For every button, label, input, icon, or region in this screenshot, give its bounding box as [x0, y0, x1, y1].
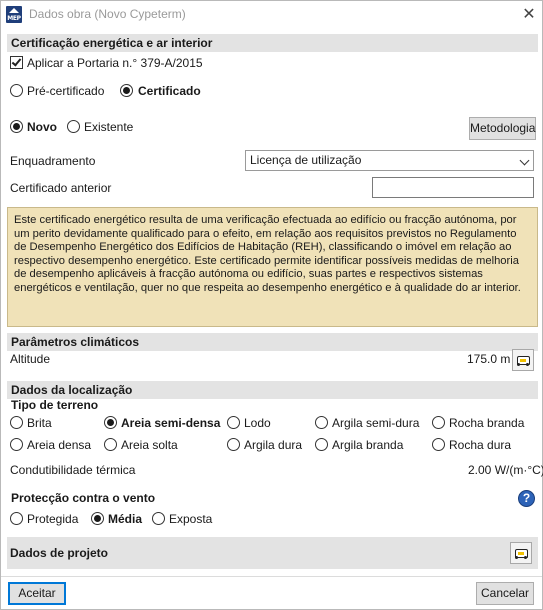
radio-pre-certificado-label: Pré-certificado — [27, 84, 105, 98]
certificado-anterior-label: Certificado anterior — [10, 181, 112, 195]
radio-terreno-argila-dura[interactable] — [227, 438, 240, 451]
checkmark-icon — [11, 56, 22, 67]
terreno-label: Argila branda — [332, 438, 404, 452]
radio-terreno-rocha-dura[interactable] — [432, 438, 445, 451]
condutibilidade-label: Condutibilidade térmica — [10, 463, 136, 477]
enquadramento-value: Licença de utilização — [250, 153, 362, 167]
altitude-value: 175.0 m — [467, 352, 511, 366]
radio-certificado-label: Certificado — [138, 84, 201, 98]
altitude-map-button[interactable] — [512, 349, 534, 371]
tipo-terreno-label: Tipo de terreno — [11, 398, 99, 412]
radio-novo[interactable] — [10, 120, 23, 133]
metodologia-button[interactable]: Metodologia — [469, 117, 536, 140]
terreno-label: Areia semi-densa — [121, 416, 221, 430]
terreno-label: Rocha branda — [449, 416, 525, 430]
section-header-localizacao: Dados da localização — [7, 381, 538, 399]
vento-option-label: Protegida — [27, 512, 79, 526]
radio-terreno-areia-solta[interactable] — [104, 438, 117, 451]
footer-divider — [1, 576, 542, 577]
terreno-label: Lodo — [244, 416, 271, 430]
terreno-label: Rocha dura — [449, 438, 512, 452]
terreno-label: Areia solta — [121, 438, 178, 452]
radio-novo-label: Novo — [27, 120, 57, 134]
enquadramento-select[interactable]: Licença de utilização — [245, 150, 534, 171]
radio-terreno-rocha-branda[interactable] — [432, 416, 445, 429]
radio-vento-protegida[interactable] — [10, 512, 23, 525]
app-logo-icon: MEP — [6, 6, 22, 23]
radio-vento-exposta[interactable] — [152, 512, 165, 525]
terreno-label: Brita — [27, 416, 52, 430]
cancel-button[interactable]: Cancelar — [476, 582, 534, 605]
map-icon — [517, 356, 530, 366]
portaria-checkbox[interactable] — [10, 56, 23, 69]
terreno-label: Argila dura — [244, 438, 303, 452]
vento-option-label: Média — [108, 512, 143, 526]
radio-terreno-areia-densa[interactable] — [10, 438, 23, 451]
close-icon[interactable]: ✕ — [520, 4, 538, 24]
dados-projeto-button[interactable] — [510, 542, 532, 564]
condutibilidade-value: 2.00 W/(m·°C) — [468, 463, 543, 477]
radio-certificado[interactable] — [120, 84, 133, 97]
radio-existente[interactable] — [67, 120, 80, 133]
portaria-label: Aplicar a Portaria n.° 379-A/2015 — [27, 56, 203, 70]
radio-terreno-argila-branda[interactable] — [315, 438, 328, 451]
dados-projeto-bar: Dados de projeto — [7, 537, 538, 569]
title-bar: MEP Dados obra (Novo Cypeterm) ✕ — [1, 1, 542, 29]
dados-projeto-label: Dados de projeto — [10, 546, 109, 560]
altitude-label: Altitude — [10, 352, 51, 366]
radio-terreno-brita[interactable] — [10, 416, 23, 429]
enquadramento-label: Enquadramento — [10, 154, 96, 168]
radio-terreno-argila-semi-dura[interactable] — [315, 416, 328, 429]
section-header-certificacao: Certificação energética e ar interior — [7, 34, 538, 52]
vento-label: Protecção contra o vento — [11, 491, 156, 505]
radio-terreno-lodo[interactable] — [227, 416, 240, 429]
certificado-anterior-input[interactable] — [372, 177, 534, 198]
radio-pre-certificado[interactable] — [10, 84, 23, 97]
terreno-label: Areia densa — [27, 438, 92, 452]
window-title: Dados obra (Novo Cypeterm) — [29, 7, 186, 21]
radio-terreno-areia-semi-densa[interactable] — [104, 416, 117, 429]
dialog-window: MEP Dados obra (Novo Cypeterm) ✕ Certifi… — [0, 0, 543, 610]
chevron-down-icon — [519, 155, 530, 166]
map-icon — [515, 549, 528, 559]
info-description: Este certificado energético resulta de u… — [7, 207, 538, 327]
help-icon[interactable]: ? — [518, 490, 535, 507]
vento-option-label: Exposta — [169, 512, 213, 526]
radio-existente-label: Existente — [84, 120, 134, 134]
radio-vento-media[interactable] — [91, 512, 104, 525]
terreno-label: Argila semi-dura — [332, 416, 420, 430]
section-header-clima: Parâmetros climáticos — [7, 333, 538, 351]
accept-button[interactable]: Aceitar — [8, 582, 66, 605]
